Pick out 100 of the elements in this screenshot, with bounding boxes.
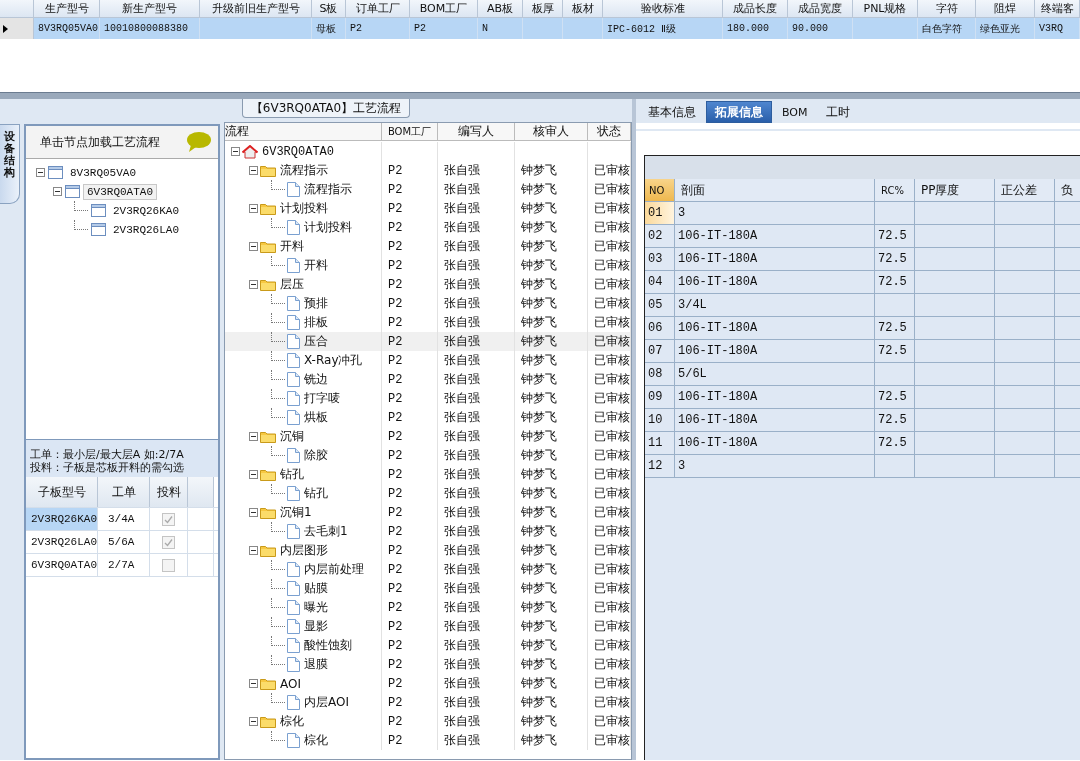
tree-node[interactable]: 沉铜1 (278, 504, 314, 521)
tree-node[interactable]: 流程指示 (278, 162, 330, 179)
selected-row[interactable]: 压合 P2 张自强 钟梦飞 已审核 (225, 332, 631, 351)
tree-node[interactable]: 退膜 (302, 656, 330, 673)
row-number[interactable]: 12 (645, 455, 675, 477)
checkbox[interactable] (162, 512, 175, 526)
tree-node[interactable]: 层压 (278, 276, 306, 293)
collapse-icon[interactable] (249, 432, 258, 441)
column-header[interactable]: AB板 (478, 0, 523, 18)
tree-node[interactable]: 钻孔 (302, 485, 330, 502)
order-row[interactable]: 8V3RQ05VA0 10010800088380 母板 P2 P2 N IPC-6012 Ⅱ级 180.000 90.000 白色字符 绿色亚光 V3RQ (0, 18, 1080, 39)
table-cell: V3RQ (1039, 23, 1063, 34)
collapse-icon[interactable] (231, 147, 240, 156)
tree-node[interactable]: 开料 (278, 238, 306, 255)
tree-node[interactable]: 开料 (302, 257, 330, 274)
tree-node[interactable]: 内层前处理 (302, 561, 366, 578)
tab[interactable]: 拓展信息 (706, 101, 772, 123)
tree-node[interactable]: 曝光 (302, 599, 330, 616)
tree-node[interactable]: 预排 (302, 295, 330, 312)
side-tab[interactable]: 设备结构 (0, 124, 20, 204)
column-header[interactable]: 终端客 (1035, 0, 1080, 18)
tree-node[interactable]: 贴膜 (302, 580, 330, 597)
tree-node[interactable]: 8V3RQ05VA0 (66, 164, 140, 181)
row-number[interactable]: 06 (645, 317, 675, 339)
row-number[interactable]: 10 (645, 409, 675, 431)
column-header[interactable]: 升级前旧生产型号 (200, 0, 312, 18)
table-cell: 钟梦飞 (521, 618, 557, 635)
collapse-icon[interactable] (249, 679, 258, 688)
column-header[interactable]: 子板型号 (26, 477, 98, 507)
tree-node[interactable]: 压合 (302, 333, 330, 350)
column-header[interactable]: 验收标准 (603, 0, 723, 18)
checkbox[interactable] (162, 535, 175, 549)
row-number[interactable]: 09 (645, 386, 675, 408)
collapse-icon[interactable] (53, 187, 62, 196)
tree-node[interactable]: 2V3RQ26KA0 (109, 202, 183, 219)
column-header[interactable]: 成品长度 (723, 0, 788, 18)
tree-node[interactable]: 烘板 (302, 409, 330, 426)
tree-node[interactable]: 除胶 (302, 447, 330, 464)
column-header[interactable]: PNL规格 (853, 0, 918, 18)
tab[interactable]: BOM (774, 101, 816, 123)
tree-node[interactable]: 内层AOI (302, 694, 351, 711)
tree-node[interactable]: 钻孔 (278, 466, 306, 483)
tree-node[interactable]: 6V3RQ0ATA0 (83, 183, 157, 200)
tree-node[interactable]: 显影 (302, 618, 330, 635)
tree-node[interactable]: 棕化 (278, 713, 306, 730)
tree-node[interactable]: 计划投料 (302, 219, 354, 236)
column-header[interactable]: BOM工厂 (382, 123, 438, 141)
tab[interactable]: 基本信息 (640, 101, 704, 123)
row-number[interactable]: 02 (645, 225, 675, 247)
tree-node[interactable]: 排板 (302, 314, 330, 331)
collapse-icon[interactable] (249, 280, 258, 289)
column-header[interactable]: S板 (312, 0, 346, 18)
column-header[interactable]: 阻焊 (976, 0, 1035, 18)
column-header[interactable]: 投料 (150, 477, 188, 507)
checkbox[interactable] (162, 558, 175, 572)
tree-node[interactable]: 去毛刺1 (302, 523, 350, 540)
column-header[interactable]: 成品宽度 (788, 0, 853, 18)
collapse-icon[interactable] (249, 204, 258, 213)
column-header[interactable]: BOM工厂 (410, 0, 478, 18)
column-header[interactable]: 流程 (225, 123, 382, 141)
row-number[interactable]: 05 (645, 294, 675, 316)
tab[interactable]: 工时 (817, 101, 858, 123)
tree-node[interactable]: 计划投料 (278, 200, 330, 217)
column-header[interactable]: 板厚 (523, 0, 563, 18)
column-header[interactable]: 核审人 (515, 123, 588, 141)
collapse-icon[interactable] (249, 242, 258, 251)
collapse-icon[interactable] (249, 508, 258, 517)
column-header[interactable]: 工单 (98, 477, 150, 507)
tree-node[interactable]: AOI (278, 676, 303, 691)
tree-node[interactable]: 流程指示 (302, 181, 354, 198)
row-number[interactable]: 11 (645, 432, 675, 454)
column-header[interactable]: 字符 (918, 0, 976, 18)
collapse-icon[interactable] (249, 166, 258, 175)
tree-node[interactable]: 2V3RQ26LA0 (109, 221, 183, 238)
tree-node[interactable]: 酸性蚀刻 (302, 637, 354, 654)
row-number[interactable]: 04 (645, 271, 675, 293)
row-number[interactable]: 08 (645, 363, 675, 385)
column-header[interactable]: 生产型号 (34, 0, 100, 18)
collapse-icon[interactable] (249, 717, 258, 726)
column-header[interactable]: 新生产型号 (100, 0, 200, 18)
column-header[interactable]: 编写人 (438, 123, 515, 141)
table-cell[interactable]: 2V3RQ26KA0 (26, 508, 98, 530)
tree-node[interactable]: 6V3RQ0ATA0 (260, 144, 336, 159)
tree-node[interactable]: 打字唛 (302, 390, 342, 407)
collapse-icon[interactable] (249, 546, 258, 555)
tree-node[interactable]: 内层图形 (278, 542, 330, 559)
document-icon (287, 334, 300, 349)
column-header[interactable]: NO (645, 179, 675, 201)
collapse-icon[interactable] (249, 470, 258, 479)
tree-node[interactable]: 铣边 (302, 371, 330, 388)
tree-node[interactable]: 沉铜 (278, 428, 306, 445)
tree-node[interactable]: 棕化 (302, 732, 330, 749)
collapse-icon[interactable] (36, 168, 45, 177)
column-header[interactable]: 状态 (588, 123, 631, 141)
column-header[interactable]: 板材 (563, 0, 603, 18)
row-number[interactable]: 01 (645, 202, 675, 224)
row-number[interactable]: 03 (645, 248, 675, 270)
row-number[interactable]: 07 (645, 340, 675, 362)
tree-node[interactable]: X-Ray冲孔 (302, 352, 365, 369)
column-header[interactable]: 订单工厂 (346, 0, 410, 18)
